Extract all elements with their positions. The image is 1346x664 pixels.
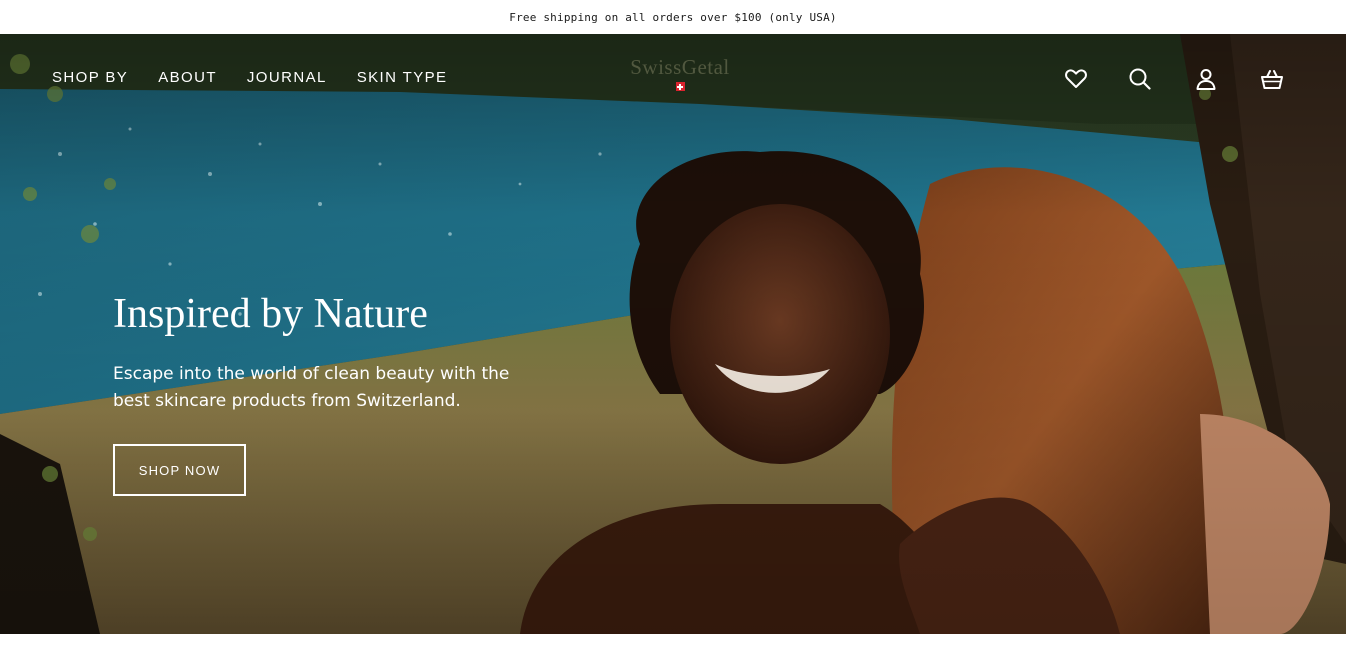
account-icon[interactable]: [1193, 66, 1219, 92]
heart-icon[interactable]: [1063, 66, 1089, 92]
cart-icon[interactable]: [1259, 66, 1285, 92]
announcement-text: Free shipping on all orders over $100 (o…: [509, 10, 837, 24]
nav-about[interactable]: ABOUT: [158, 69, 217, 86]
page-below-hero: [0, 634, 1346, 664]
header-icons: [1060, 66, 1290, 92]
hero-title: Inspired by Nature: [113, 291, 428, 337]
search-icon[interactable]: [1127, 66, 1153, 92]
nav-shop-by[interactable]: SHOP BY: [52, 69, 128, 86]
hero-content: Inspired by Nature Escape into the world…: [113, 289, 573, 496]
announcement-bar: Free shipping on all orders over $100 (o…: [0, 0, 1346, 34]
site-logo[interactable]: SwissGetal: [604, 56, 756, 96]
hero-banner: SHOP BY ABOUT JOURNAL SKIN TYPE SwissGet…: [0, 34, 1346, 634]
swiss-flag-icon: [675, 82, 685, 91]
hero-subtitle: Escape into the world of clean beauty wi…: [113, 364, 510, 411]
main-navigation: SHOP BY ABOUT JOURNAL SKIN TYPE: [52, 69, 447, 86]
nav-journal[interactable]: JOURNAL: [247, 69, 327, 86]
logo-wordmark: SwissGetal: [630, 55, 730, 79]
nav-skin-type[interactable]: SKIN TYPE: [357, 69, 448, 86]
site-header: SHOP BY ABOUT JOURNAL SKIN TYPE SwissGet…: [0, 34, 1346, 122]
shop-now-button[interactable]: SHOP NOW: [113, 444, 246, 496]
